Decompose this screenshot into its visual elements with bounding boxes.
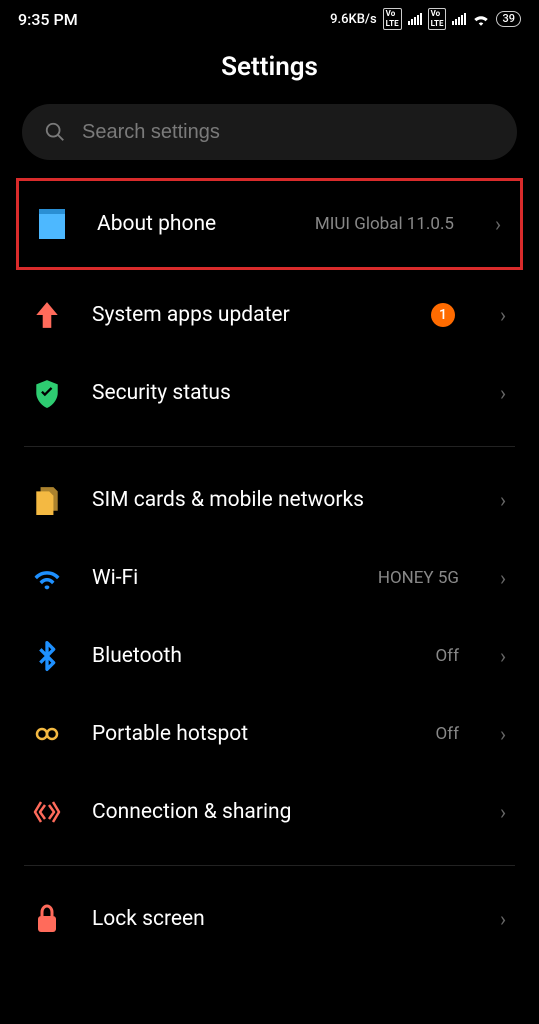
item-portable-hotspot[interactable]: Portable hotspot Off › [18, 695, 521, 773]
chevron-right-icon: › [495, 381, 511, 405]
update-badge: 1 [431, 303, 455, 327]
chevron-right-icon: › [495, 644, 511, 668]
chevron-right-icon: › [495, 303, 511, 327]
item-label: About phone [97, 212, 289, 236]
item-label: SIM cards & mobile networks [92, 488, 469, 512]
status-bar: 9:35 PM 9.6KB/s VoLTE VoLTE 39 [0, 0, 539, 34]
volte-badge-2: VoLTE [428, 8, 447, 30]
wifi-status-icon [472, 12, 490, 26]
item-label: Bluetooth [92, 644, 409, 668]
item-security-status[interactable]: Security status › [18, 354, 521, 432]
item-label: Connection & sharing [92, 800, 469, 824]
chevron-right-icon: › [495, 907, 511, 931]
item-label: Security status [92, 381, 469, 405]
section-divider [24, 865, 515, 866]
item-lock-screen[interactable]: Lock screen › [18, 880, 521, 958]
item-label: Portable hotspot [92, 722, 409, 746]
item-value: Off [435, 646, 459, 666]
item-label: Wi-Fi [92, 566, 352, 590]
search-input[interactable] [82, 121, 495, 144]
bluetooth-icon [36, 640, 58, 672]
volte-badge-1: VoLTE [383, 8, 402, 30]
item-label: Lock screen [92, 907, 469, 931]
item-sim-cards[interactable]: SIM cards & mobile networks › [18, 461, 521, 539]
search-box[interactable] [22, 104, 517, 160]
item-wifi[interactable]: Wi-Fi HONEY 5G › [18, 539, 521, 617]
chevron-right-icon: › [495, 488, 511, 512]
chevron-right-icon: › [495, 800, 511, 824]
sim-card-icon [34, 485, 60, 515]
network-speed: 9.6KB/s [330, 12, 377, 27]
item-bluetooth[interactable]: Bluetooth Off › [18, 617, 521, 695]
item-value: MIUI Global 11.0.5 [315, 214, 454, 234]
item-label: System apps updater [92, 303, 405, 327]
signal-bars-1 [408, 13, 422, 25]
section-divider [24, 446, 515, 447]
signal-bars-2 [452, 13, 466, 25]
item-value: Off [435, 724, 459, 744]
shield-icon [34, 378, 60, 408]
lock-icon [35, 904, 59, 934]
chevron-right-icon: › [495, 722, 511, 746]
page-title: Settings [0, 52, 539, 82]
battery-indicator: 39 [496, 11, 521, 27]
arrow-up-icon [34, 300, 60, 330]
hotspot-icon [32, 721, 62, 747]
item-connection-sharing[interactable]: Connection & sharing › [18, 773, 521, 851]
item-system-apps-updater[interactable]: System apps updater 1 › [18, 276, 521, 354]
search-icon [44, 121, 66, 143]
item-about-phone[interactable]: About phone MIUI Global 11.0.5 › [23, 185, 516, 263]
item-value: HONEY 5G [378, 568, 459, 588]
status-time: 9:35 PM [18, 10, 78, 29]
chevron-right-icon: › [490, 212, 506, 236]
connection-icon [33, 798, 61, 826]
highlight-about-phone: About phone MIUI Global 11.0.5 › [16, 178, 523, 270]
wifi-icon [32, 566, 62, 590]
phone-icon [39, 209, 65, 239]
chevron-right-icon: › [495, 566, 511, 590]
